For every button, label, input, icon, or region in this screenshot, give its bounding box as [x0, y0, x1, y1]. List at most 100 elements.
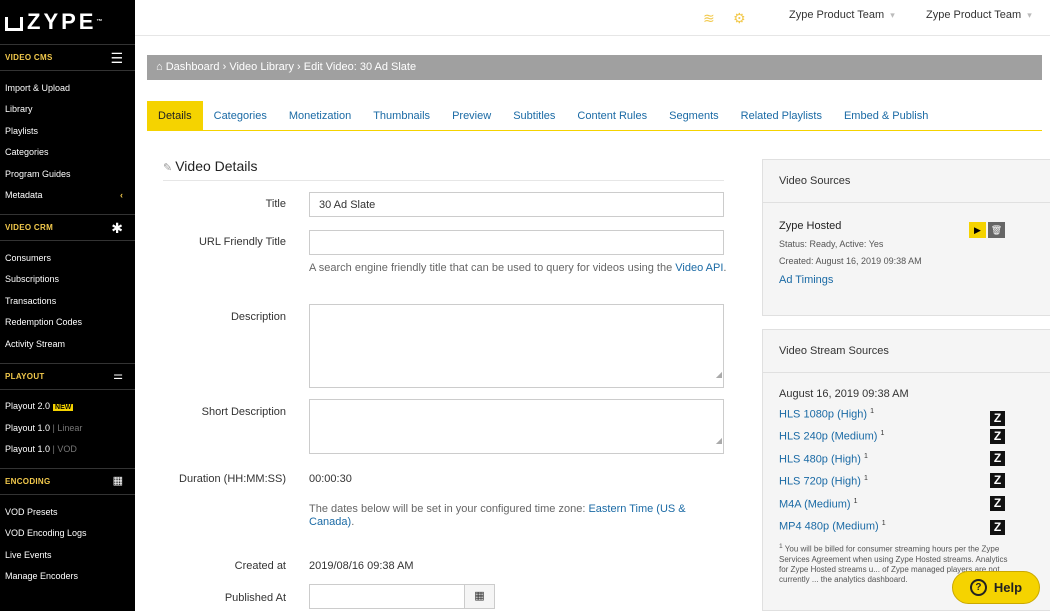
breadcrumb-video-library[interactable]: Video Library [229, 61, 294, 73]
playout-icon: ⚌ [113, 369, 123, 382]
stream-sources-panel: Video Stream Sources August 16, 2019 09:… [762, 329, 1050, 611]
section-playout[interactable]: PLAYOUT ⚌ [0, 362, 135, 390]
team-switcher[interactable]: Zype Product Team ▾ [789, 9, 895, 21]
grid-icon: ▦ [112, 475, 123, 487]
divider [163, 180, 724, 181]
tab-thumbnails[interactable]: Thumbnails [362, 101, 441, 130]
tab-preview[interactable]: Preview [441, 101, 502, 130]
sidebar-item-categories[interactable]: Categories [0, 142, 135, 164]
timezone-help-text: The dates below will be set in your conf… [309, 503, 686, 528]
short-description-label: Short Description [201, 406, 286, 418]
sidebar-item-consumers[interactable]: Consumers [0, 247, 135, 269]
zype-player-icon[interactable]: Z [990, 520, 1005, 535]
tab-related-playlists[interactable]: Related Playlists [730, 101, 833, 130]
trash-icon[interactable]: 🗑 [988, 222, 1005, 238]
sidebar-item-transactions[interactable]: Transactions [0, 290, 135, 312]
stream-link[interactable]: MP4 480p (Medium) 1 [779, 520, 886, 533]
description-label: Description [230, 311, 286, 323]
ad-timings-link[interactable]: Ad Timings [779, 274, 833, 286]
stream-link[interactable]: M4A (Medium) 1 [779, 498, 858, 511]
sidebar-item-program-guides[interactable]: Program Guides [0, 163, 135, 185]
stack-icon[interactable]: ≋ [703, 10, 715, 27]
duration-value: 00:00:30 [309, 473, 352, 485]
new-badge: NEW [53, 404, 74, 412]
duration-label: Duration (HH:MM:SS) [179, 473, 286, 485]
source-created: Created: August 16, 2019 09:38 AM [779, 256, 922, 266]
url-help-text: A search engine friendly title that can … [309, 262, 727, 274]
breadcrumb-dashboard[interactable]: Dashboard [166, 61, 220, 73]
section-video-crm[interactable]: VIDEO CRM ✱ [0, 214, 135, 241]
stream-link[interactable]: HLS 480p (High) 1 [779, 453, 868, 466]
sidebar-item-import-upload[interactable]: Import & Upload [0, 77, 135, 99]
sidebar-item-library[interactable]: Library [0, 99, 135, 121]
stream-link[interactable]: HLS 240p (Medium) 1 [779, 430, 884, 443]
chevron-down-icon: ▾ [890, 10, 895, 20]
play-icon[interactable]: ▶ [969, 222, 986, 238]
question-icon: ? [969, 579, 987, 596]
sidebar-item-playout-1-linear[interactable]: Playout 1.0 | Linear [0, 417, 135, 439]
sidebar-item-playlists[interactable]: Playlists [0, 120, 135, 142]
tab-categories[interactable]: Categories [203, 101, 278, 130]
title-label: Title [265, 198, 286, 210]
menu-icon[interactable]: ☰ [110, 51, 123, 65]
sidebar-item-vod-presets[interactable]: VOD Presets [0, 501, 135, 523]
url-title-input[interactable] [309, 230, 724, 255]
tab-details[interactable]: Details [147, 101, 203, 130]
section-title: ✎ Video Details [163, 158, 258, 174]
section-video-cms[interactable]: VIDEO CMS ☰ [0, 44, 135, 71]
source-name: Zype Hosted [779, 220, 842, 232]
video-sources-panel: Video Sources Zype Hosted ▶ 🗑 Status: Re… [762, 159, 1050, 316]
description-textarea[interactable]: ◢ [309, 304, 724, 388]
breadcrumb-current: Edit Video: 30 Ad Slate [303, 61, 417, 73]
resize-grip-icon[interactable]: ◢ [716, 363, 722, 387]
topbar: ≋ ⚙ Zype Product Team ▾ Zype Product Team… [135, 0, 1050, 36]
sidebar-item-playout-2[interactable]: Playout 2.0 NEW [0, 396, 135, 418]
home-icon: ⌂ [156, 61, 163, 73]
account-menu[interactable]: Zype Product Team ▾ [926, 9, 1032, 21]
tab-segments[interactable]: Segments [658, 101, 730, 130]
tab-content-rules[interactable]: Content Rules [566, 101, 658, 130]
zype-player-icon[interactable]: Z [990, 473, 1005, 488]
video-api-link[interactable]: Video API [675, 262, 723, 274]
sidebar-item-manage-encoders[interactable]: Manage Encoders [0, 566, 135, 588]
chevron-left-icon: ‹ [120, 190, 123, 201]
tab-subtitles[interactable]: Subtitles [502, 101, 566, 130]
settings-icon[interactable]: ⚙ [733, 10, 746, 27]
asterisk-icon: ✱ [111, 219, 123, 236]
sidebar-item-metadata[interactable]: Metadata ‹ [0, 185, 135, 207]
sidebar-item-playout-1-vod[interactable]: Playout 1.0 | VOD [0, 439, 135, 461]
section-encoding[interactable]: ENCODING ▦ [0, 468, 135, 495]
sidebar-item-redemption-codes[interactable]: Redemption Codes [0, 312, 135, 334]
sidebar-item-activity-stream[interactable]: Activity Stream [0, 333, 135, 355]
zype-player-icon[interactable]: Z [990, 411, 1005, 426]
tab-monetization[interactable]: Monetization [278, 101, 362, 130]
sidebar-item-vod-encoding-logs[interactable]: VOD Encoding Logs [0, 523, 135, 545]
zype-player-icon[interactable]: Z [990, 496, 1005, 511]
resize-grip-icon[interactable]: ◢ [716, 429, 722, 453]
divider [763, 372, 1050, 373]
zype-player-icon[interactable]: Z [990, 451, 1005, 466]
calendar-icon[interactable]: ▦ [464, 585, 494, 608]
help-button[interactable]: ? Help [952, 571, 1040, 604]
tab-embed-publish[interactable]: Embed & Publish [833, 101, 939, 130]
sidebar-item-subscriptions[interactable]: Subscriptions [0, 269, 135, 291]
chevron-down-icon: ▾ [1027, 10, 1032, 20]
short-description-textarea[interactable]: ◢ [309, 399, 724, 454]
tab-bar: Details Categories Monetization Thumbnai… [147, 101, 1042, 131]
published-at-input[interactable]: ▦ [309, 584, 495, 609]
breadcrumb: ⌂ Dashboard › Video Library › Edit Video… [147, 55, 1042, 80]
stream-link[interactable]: HLS 720p (High) 1 [779, 475, 868, 488]
stream-date: August 16, 2019 09:38 AM [779, 388, 909, 400]
title-input[interactable]: 30 Ad Slate [309, 192, 724, 217]
edit-icon: ✎ [163, 162, 173, 174]
sidebar-item-live-events[interactable]: Live Events [0, 544, 135, 566]
stream-link[interactable]: HLS 1080p (High) 1 [779, 408, 874, 421]
created-at-value: 2019/08/16 09:38 AM [309, 560, 414, 572]
published-at-label: Published At [224, 592, 286, 604]
breadcrumb-separator: › [297, 61, 304, 73]
created-at-label: Created at [234, 560, 286, 572]
panel-title: Video Stream Sources [779, 345, 889, 357]
sidebar: ZYPE ™ VIDEO CMS ☰ Import & Upload Librar… [0, 0, 135, 611]
zype-player-icon[interactable]: Z [990, 429, 1005, 444]
zype-logo[interactable]: ZYPE ™ [0, 0, 135, 44]
